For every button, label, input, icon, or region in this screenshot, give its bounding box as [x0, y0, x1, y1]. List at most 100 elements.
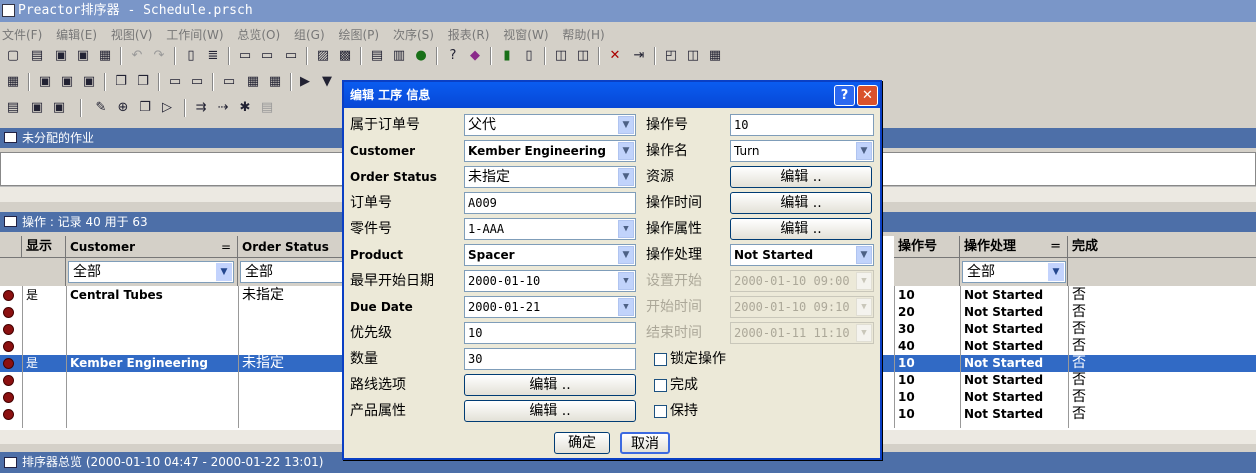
op-time-edit-button[interactable]: 编辑 ..: [730, 192, 872, 214]
route-options-edit-button[interactable]: 编辑 ..: [464, 374, 636, 396]
product-select[interactable]: Spacer ▼: [464, 244, 636, 266]
delete-op-icon[interactable]: ✕: [606, 47, 624, 65]
arrow-right-icon[interactable]: ▶: [296, 73, 314, 91]
filter-operator[interactable]: =: [1050, 238, 1061, 256]
menu-overview[interactable]: 总览(O): [235, 22, 288, 43]
sequence-icon[interactable]: ⇉: [192, 99, 210, 117]
op-handling-select[interactable]: Not Started ▼: [730, 244, 874, 266]
notes-icon[interactable]: ▥: [390, 47, 408, 65]
chevron-down-icon[interactable]: ▼: [618, 116, 634, 134]
window-icon[interactable]: ◫: [552, 47, 570, 65]
chevron-down-icon[interactable]: ▼: [856, 142, 872, 160]
new-icon[interactable]: ▢: [4, 47, 22, 65]
order-no-input[interactable]: A009: [464, 192, 636, 214]
trash-icon[interactable]: ▯: [520, 47, 538, 65]
image-icon[interactable]: ▨: [314, 47, 332, 65]
book-icon[interactable]: ◆: [466, 47, 484, 65]
tool-a-icon[interactable]: ▤: [4, 99, 22, 117]
column-header-op-no[interactable]: 操作号: [894, 236, 960, 258]
bookmark-icon[interactable]: ▮: [498, 47, 516, 65]
menu-view[interactable]: 视图(V): [109, 22, 161, 43]
chevron-down-icon[interactable]: ▼: [216, 263, 232, 281]
move-icon[interactable]: ⇥: [630, 47, 648, 65]
earliest-start-select[interactable]: 2000-01-10 ▼: [464, 270, 636, 292]
tool-b-icon[interactable]: ▣: [28, 99, 46, 117]
column-header-customer[interactable]: Customer =: [66, 236, 238, 258]
customer-filter-select[interactable]: 全部 ▼: [68, 261, 234, 283]
copy-icon[interactable]: ❐: [112, 73, 130, 91]
resource-edit-button[interactable]: 编辑 ..: [730, 166, 872, 188]
window2-icon[interactable]: ◫: [574, 47, 592, 65]
globe-icon[interactable]: ●: [412, 47, 430, 65]
save-all-icon[interactable]: ▣: [74, 47, 92, 65]
schedule-icon[interactable]: ▣: [36, 73, 54, 91]
dialog-title-bar[interactable]: 编辑 工序 信息 ? ✕: [344, 82, 880, 108]
paste-icon[interactable]: ❐: [134, 73, 152, 91]
schedule3-icon[interactable]: ▣: [80, 73, 98, 91]
cancel-button[interactable]: 取消: [620, 432, 670, 454]
next-icon[interactable]: ▷: [158, 99, 176, 117]
forward-icon[interactable]: ⇢: [214, 99, 232, 117]
calendar-icon[interactable]: ▦: [244, 73, 262, 91]
product-attributes-edit-button[interactable]: 编辑 ..: [464, 400, 636, 422]
chevron-down-icon[interactable]: ▼: [618, 246, 634, 264]
list-icon[interactable]: ≣: [204, 47, 222, 65]
close-button[interactable]: ✕: [857, 85, 878, 106]
view-icon[interactable]: ▭: [166, 73, 184, 91]
report-icon[interactable]: ▤: [368, 47, 386, 65]
cascade-icon[interactable]: ◰: [662, 47, 680, 65]
redo-icon[interactable]: ↷: [150, 47, 168, 65]
print-icon[interactable]: ▦: [96, 47, 114, 65]
due-date-select[interactable]: 2000-01-21 ▼: [464, 296, 636, 318]
menu-file[interactable]: 文件(F): [0, 22, 50, 43]
menu-group[interactable]: 组(G): [292, 22, 333, 43]
arrow-down-icon[interactable]: ▼: [318, 73, 336, 91]
filter-operator[interactable]: =: [221, 238, 231, 256]
lock-operation-checkbox[interactable]: [654, 353, 667, 366]
menu-reports[interactable]: 报表(R): [446, 22, 498, 43]
chevron-down-icon[interactable]: ▼: [618, 272, 634, 290]
chevron-down-icon[interactable]: ▼: [618, 220, 634, 238]
menu-plot[interactable]: 绘图(P): [337, 22, 388, 43]
schedule2-icon[interactable]: ▣: [58, 73, 76, 91]
chevron-down-icon[interactable]: ▼: [618, 142, 634, 160]
menu-sequence[interactable]: 次序(S): [391, 22, 442, 43]
ok-button[interactable]: 确定: [554, 432, 610, 454]
keep-checkbox[interactable]: [654, 405, 667, 418]
order-belong-select[interactable]: 父代 ▼: [464, 114, 636, 136]
menu-window[interactable]: 视窗(W): [501, 22, 556, 43]
table-icon[interactable]: ▭: [236, 47, 254, 65]
save-icon[interactable]: ▣: [52, 47, 70, 65]
help-pointer-icon[interactable]: ?: [444, 47, 462, 65]
menu-workspace[interactable]: 工作间(W): [164, 22, 231, 43]
grid-icon[interactable]: ▦: [706, 47, 724, 65]
chart-icon[interactable]: ▩: [336, 47, 354, 65]
undo-icon[interactable]: ↶: [128, 47, 146, 65]
calendar2-icon[interactable]: ▦: [266, 73, 284, 91]
op-name-select[interactable]: Turn ▼: [730, 140, 874, 162]
order-status-select[interactable]: 未指定 ▼: [464, 166, 636, 188]
op-attributes-edit-button[interactable]: 编辑 ..: [730, 218, 872, 240]
printer-icon[interactable]: ▦: [4, 73, 22, 91]
tile-icon[interactable]: ◫: [684, 47, 702, 65]
combine-icon[interactable]: ✱: [236, 99, 254, 117]
edit-pencil-icon[interactable]: ✎: [92, 99, 110, 117]
part-no-select[interactable]: 1-AAA ▼: [464, 218, 636, 240]
order-status-filter-select[interactable]: 全部: [240, 261, 350, 283]
page-icon[interactable]: ▯: [182, 47, 200, 65]
column-header-show[interactable]: 显示: [22, 236, 66, 258]
menu-edit[interactable]: 编辑(E): [54, 22, 105, 43]
op-no-input[interactable]: 10: [730, 114, 874, 136]
chevron-down-icon[interactable]: ▼: [1048, 263, 1064, 281]
chevron-down-icon[interactable]: ▼: [856, 246, 872, 264]
chevron-down-icon[interactable]: ▼: [618, 168, 634, 186]
table2-icon[interactable]: ▭: [258, 47, 276, 65]
column-header-done[interactable]: 完成: [1068, 236, 1256, 258]
menu-help[interactable]: 帮助(H): [560, 22, 612, 43]
tool-c-icon[interactable]: ▣: [50, 99, 68, 117]
column-header-op-handling[interactable]: 操作处理 =: [960, 236, 1068, 258]
chevron-down-icon[interactable]: ▼: [618, 298, 634, 316]
insert-icon[interactable]: ⊕: [114, 99, 132, 117]
column-header-order-status[interactable]: Order Status: [238, 236, 348, 258]
disabled-tool-icon[interactable]: ▤: [258, 99, 276, 117]
